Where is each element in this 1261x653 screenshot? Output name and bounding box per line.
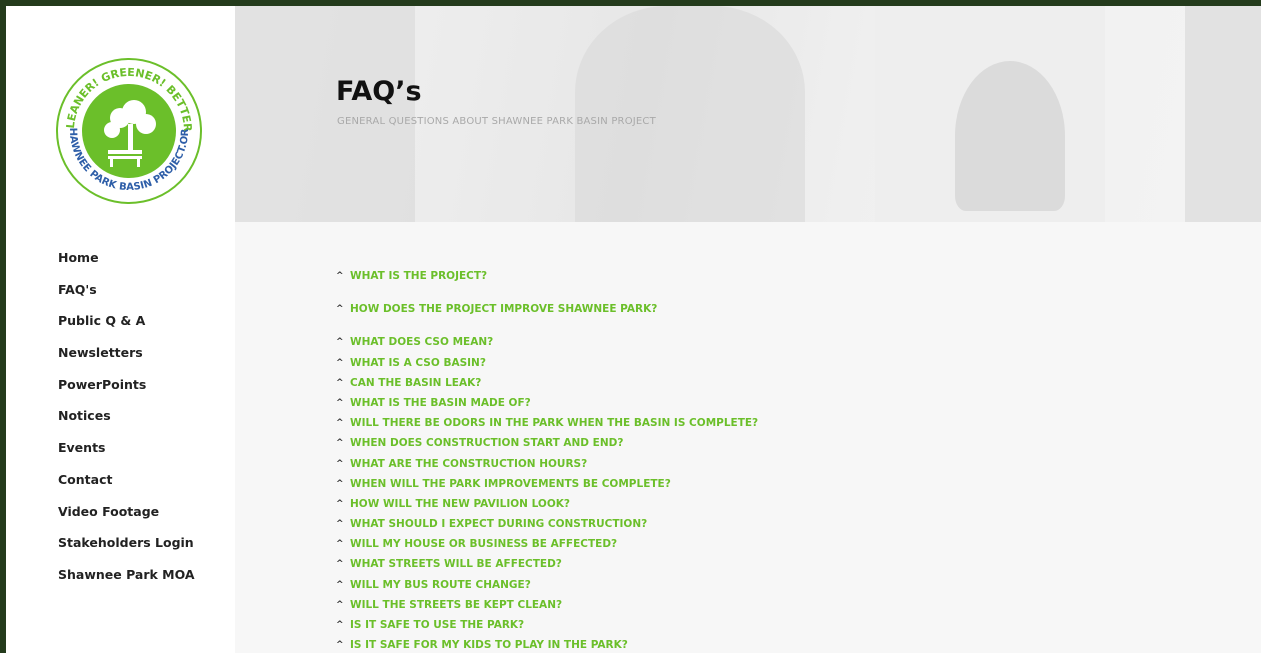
chevron-up-icon: ^ — [336, 519, 344, 530]
faq-question: WILL THERE BE ODORS IN THE PARK WHEN THE… — [350, 417, 759, 430]
nav-item-newsletters[interactable]: Newsletters — [58, 344, 195, 376]
faq-item[interactable]: ^ WHEN WILL THE PARK IMPROVEMENTS BE COMP… — [336, 477, 758, 497]
page-title: FAQ’s — [336, 76, 422, 107]
chevron-up-icon: ^ — [336, 539, 344, 550]
faq-item[interactable]: ^ WHAT IS THE PROJECT? — [336, 269, 758, 289]
chevron-up-icon: ^ — [336, 337, 344, 348]
faq-question: WHAT IS THE BASIN MADE OF? — [350, 396, 531, 409]
nav-item-home[interactable]: Home — [58, 249, 195, 281]
nav-item-powerpoints[interactable]: PowerPoints — [58, 376, 195, 408]
faq-question: WILL MY HOUSE OR BUSINESS BE AFFECTED? — [350, 538, 618, 551]
faq-question: CAN THE BASIN LEAK? — [350, 376, 482, 389]
chevron-up-icon: ^ — [336, 304, 344, 315]
faq-question: WHAT STREETS WILL BE AFFECTED? — [350, 558, 562, 571]
faq-item[interactable]: ^ IS IT SAFE TO USE THE PARK? — [336, 618, 758, 638]
faq-question: WHAT DOES CSO MEAN? — [350, 336, 494, 349]
chevron-up-icon: ^ — [336, 498, 344, 509]
faq-question: WHAT ARE THE CONSTRUCTION HOURS? — [350, 457, 588, 470]
faq-question: WHEN DOES CONSTRUCTION START AND END? — [350, 437, 624, 450]
chevron-up-icon: ^ — [336, 640, 344, 651]
faq-question: HOW DOES THE PROJECT IMPROVE SHAWNEE PAR… — [350, 303, 658, 316]
nav-item-events[interactable]: Events — [58, 439, 195, 471]
faq-question: HOW WILL THE NEW PAVILION LOOK? — [350, 497, 570, 510]
nav-item-contact[interactable]: Contact — [58, 471, 195, 503]
faq-item[interactable]: ^ HOW WILL THE NEW PAVILION LOOK? — [336, 497, 758, 517]
chevron-up-icon: ^ — [336, 377, 344, 388]
faq-item[interactable]: ^ WHEN DOES CONSTRUCTION START AND END? — [336, 436, 758, 456]
chevron-up-icon: ^ — [336, 458, 344, 469]
nav-item-notices[interactable]: Notices — [58, 407, 195, 439]
chevron-up-icon: ^ — [336, 620, 344, 630]
faq-item[interactable]: ^ WHAT SHOULD I EXPECT DURING CONSTRUCTIO… — [336, 517, 758, 537]
nav-item-shawnee-park-moa[interactable]: Shawnee Park MOA — [58, 566, 195, 598]
page-subtitle: GENERAL QUESTIONS ABOUT SHAWNEE PARK BAS… — [337, 116, 656, 127]
faq-item[interactable]: ^ WHAT DOES CSO MEAN? — [336, 335, 758, 355]
chevron-up-icon: ^ — [336, 579, 344, 590]
main-nav: Home FAQ's Public Q & A Newsletters Powe… — [58, 249, 195, 598]
faq-item[interactable]: ^ HOW DOES THE PROJECT IMPROVE SHAWNEE PA… — [336, 302, 758, 322]
banner-photo-shape — [235, 6, 415, 222]
faq-question: WILL THE STREETS BE KEPT CLEAN? — [350, 598, 563, 611]
faq-question: WHAT IS A CSO BASIN? — [350, 356, 486, 369]
chevron-up-icon: ^ — [336, 271, 344, 281]
logo-graphic: CLEANER! GREENER! BETTER! SHAWNEE PARK B… — [50, 46, 202, 204]
faq-item[interactable]: ^ WILL THERE BE ODORS IN THE PARK WHEN TH… — [336, 416, 758, 436]
faq-question: IS IT SAFE FOR MY KIDS TO PLAY IN THE PA… — [350, 639, 628, 652]
nav-item-video-footage[interactable]: Video Footage — [58, 503, 195, 535]
faq-list: ^ WHAT IS THE PROJECT? ^ HOW DOES THE PROJ… — [336, 269, 758, 653]
chevron-up-icon: ^ — [336, 357, 344, 368]
chevron-up-icon: ^ — [336, 559, 344, 570]
page-frame: CLEANER! GREENER! BETTER! SHAWNEE PARK B… — [6, 6, 1261, 653]
faq-item[interactable]: ^ WHAT ARE THE CONSTRUCTION HOURS? — [336, 457, 758, 477]
faq-question: WHAT IS THE PROJECT? — [350, 270, 488, 282]
faq-item[interactable]: ^ WILL THE STREETS BE KEPT CLEAN? — [336, 598, 758, 618]
banner-photo-shape — [1185, 6, 1261, 222]
sidebar: CLEANER! GREENER! BETTER! SHAWNEE PARK B… — [6, 6, 235, 653]
site-logo[interactable]: CLEANER! GREENER! BETTER! SHAWNEE PARK B… — [50, 46, 204, 206]
faq-item[interactable]: ^ WHAT IS THE BASIN MADE OF? — [336, 396, 758, 416]
faq-question: WHEN WILL THE PARK IMPROVEMENTS BE COMPL… — [350, 477, 671, 490]
nav-item-stakeholders-login[interactable]: Stakeholders Login — [58, 534, 195, 566]
banner-photo-shape — [955, 61, 1065, 211]
nav-item-faqs[interactable]: FAQ's — [58, 281, 195, 313]
header-banner: FAQ’s GENERAL QUESTIONS ABOUT SHAWNEE PA… — [235, 6, 1261, 222]
chevron-up-icon: ^ — [336, 478, 344, 489]
faq-question: WHAT SHOULD I EXPECT DURING CONSTRUCTION… — [350, 518, 648, 531]
faq-item[interactable]: ^ WILL MY BUS ROUTE CHANGE? — [336, 578, 758, 598]
chevron-up-icon: ^ — [336, 438, 344, 449]
faq-section: ^ WHAT IS THE PROJECT? ^ HOW DOES THE PROJ… — [235, 222, 1261, 653]
faq-item[interactable]: ^ WHAT IS A CSO BASIN? — [336, 356, 758, 376]
chevron-up-icon: ^ — [336, 397, 344, 408]
faq-item[interactable]: ^ CAN THE BASIN LEAK? — [336, 376, 758, 396]
nav-item-public-qa[interactable]: Public Q & A — [58, 312, 195, 344]
faq-question: IS IT SAFE TO USE THE PARK? — [350, 619, 525, 631]
chevron-up-icon: ^ — [336, 418, 344, 429]
faq-question: WILL MY BUS ROUTE CHANGE? — [350, 578, 531, 591]
faq-item[interactable]: ^ WHAT STREETS WILL BE AFFECTED? — [336, 557, 758, 577]
faq-item[interactable]: ^ WILL MY HOUSE OR BUSINESS BE AFFECTED? — [336, 537, 758, 557]
faq-item[interactable]: ^ IS IT SAFE FOR MY KIDS TO PLAY IN THE P… — [336, 638, 758, 653]
banner-photo-shape — [575, 6, 805, 222]
chevron-up-icon: ^ — [336, 599, 344, 610]
